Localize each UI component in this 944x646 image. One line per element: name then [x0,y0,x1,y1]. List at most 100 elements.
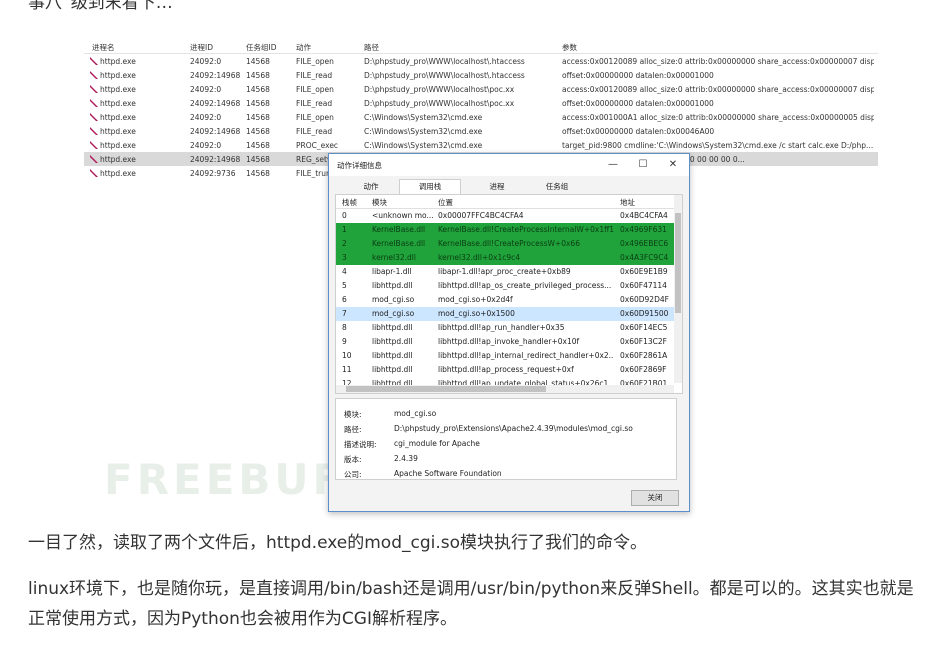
col-path[interactable]: 路径 [364,42,544,53]
tab-task-group[interactable]: 任务组 [527,180,587,194]
stack-frame-row[interactable]: 1 KernelBase.dll KernelBase.dll!CreateProc… [336,223,674,237]
stack-frame-row[interactable]: 0 <unknown mo... 0x00007FFC4BC4CFA4 0x4BC4C… [336,209,674,223]
stack-module-cell: <unknown mo... [372,211,434,220]
tab-process[interactable]: 进程 [467,180,527,194]
minimize-icon[interactable]: — [605,158,621,172]
col-process-name[interactable]: 进程名 [92,42,182,53]
table-cell: 24092:14968 [190,99,241,108]
table-cell: httpd.exe [100,99,136,108]
col-params[interactable]: 参数 [562,42,862,53]
stack-module-cell: KernelBase.dll [372,239,426,248]
dialog-title: 动作详细信息 [337,161,382,170]
detail-value: D:\phpstudy_pro\Extensions\Apache2.4.39\… [394,424,633,433]
grid-vertical-scrollbar[interactable] [674,195,682,383]
detail-value: Apache Software Foundation [394,469,502,478]
table-cell: 24092:0 [190,141,222,150]
stack-frame-row[interactable]: 2 KernelBase.dll KernelBase.dll!CreateProc… [336,237,674,251]
stack-frame-cell: 9 [342,337,347,346]
table-row[interactable]: httpd.exe 24092:0 14568 FILE_open D:\phpstud… [84,54,878,68]
apache-feather-icon [90,85,98,93]
col-address[interactable]: 地址 [620,197,670,208]
stack-location-cell: libhttpd.dll!ap_invoke_handler+0x10f [438,337,580,346]
apache-feather-icon [90,57,98,65]
close-icon[interactable]: ✕ [665,158,681,172]
stack-address-cell: 0x4BC4CFA4 [620,211,668,220]
stack-frame-row[interactable]: 9 libhttpd.dll libhttpd.dll!ap_invoke_hand… [336,335,674,349]
stack-frame-row[interactable]: 4 libapr-1.dll libapr-1.dll!apr_proc_creat… [336,265,674,279]
stack-address-cell: 0x60F47114 [620,281,667,290]
stack-frame-row[interactable]: 5 libhttpd.dll libhttpd.dll!ap_os_create_p… [336,279,674,293]
table-cell: 24092:0 [190,57,222,66]
col-module[interactable]: 模块 [372,197,434,208]
stack-module-cell: libhttpd.dll [372,337,413,346]
stack-location-cell: KernelBase.dll!CreateProcessW+0x66 [438,239,580,248]
grid-hscroll-thumb[interactable] [346,386,546,392]
stack-address-cell: 0x60D91500 [620,309,669,318]
table-cell: FILE_read [296,127,333,136]
apache-feather-icon [90,99,98,107]
paragraph-1: 一目了然，读取了两个文件后，httpd.exe的mod_cgi.so模块执行了我… [28,533,648,553]
detail-value: 2.4.39 [394,454,418,463]
stack-module-cell: KernelBase.dll [372,225,426,234]
stack-location-cell: libhttpd.dll!ap_process_request+0xf [438,365,574,374]
call-stack-grid: 栈帧 模块 位置 地址 0 <unknown mo... 0x00007FFC4BC… [335,194,683,394]
stack-address-cell: 0x496EBEC6 [620,239,669,248]
col-task-group-id[interactable]: 任务组ID [246,42,292,53]
table-cell: offset:0x00000000 datalen:0x00001000 [562,99,714,108]
table-cell: access:0x001000A1 alloc_size:0 attrib:0x… [562,113,874,122]
table-cell: httpd.exe [100,155,136,164]
table-row[interactable]: httpd.exe 24092:14968 14568 FILE_read D:\php… [84,68,878,82]
close-button[interactable]: 关闭 [631,490,679,506]
table-row[interactable]: httpd.exe 24092:0 14568 FILE_open D:\phpstud… [84,82,878,96]
table-cell: target_pid:9800 cmdline:'C:\Windows\Syst… [562,141,874,150]
grid-horizontal-scrollbar[interactable] [336,385,674,393]
table-cell: httpd.exe [100,113,136,122]
stack-frame-row[interactable]: 8 libhttpd.dll libhttpd.dll!ap_run_handler… [336,321,674,335]
col-action[interactable]: 动作 [296,42,356,53]
stack-module-cell: libhttpd.dll [372,323,413,332]
grid-scroll-thumb[interactable] [675,213,681,313]
tab-action[interactable]: 动作 [341,180,401,194]
stack-address-cell: 0x60D92D4F [620,295,669,304]
freebuf-watermark: FREEBUF [104,455,346,504]
table-row[interactable]: httpd.exe 24092:0 14568 FILE_open C:\Windows… [84,110,878,124]
action-details-dialog: 动作详细信息 — ☐ ✕ 动作 调用栈 进程 任务组 栈帧 模块 位置 地址 0… [328,153,690,512]
stack-address-cell: 0x60F13C2F [620,337,667,346]
col-process-id[interactable]: 进程ID [190,42,240,53]
table-cell: 14568 [246,141,270,150]
top-text: 事八“级到末看下… [28,0,173,13]
stack-frame-cell: 8 [342,323,347,332]
dialog-titlebar[interactable]: 动作详细信息 — ☐ ✕ [329,154,689,176]
table-cell: FILE_open [296,57,334,66]
stack-frame-row[interactable]: 3 kernel32.dll kernel32.dll+0x1c9c4 0x4A3FC… [336,251,674,265]
detail-label: 版本: [344,455,362,464]
table-cell: 14568 [246,113,270,122]
table-row[interactable]: httpd.exe 24092:0 14568 PROC_exec C:\Windows… [84,138,878,152]
table-row[interactable]: httpd.exe 24092:14968 14568 FILE_read D:\php… [84,96,878,110]
table-cell: FILE_open [296,113,334,122]
stack-address-cell: 0x60F2861A [620,351,668,360]
maximize-icon[interactable]: ☐ [635,158,651,172]
paragraph-2: linux环境下，也是随你玩，是直接调用/bin/bash还是调用/usr/bi… [28,579,914,629]
table-cell: D:\phpstudy_pro\WWW\localhost\poc.xx [364,85,515,94]
col-frame[interactable]: 栈帧 [342,197,368,208]
stack-location-cell: 0x00007FFC4BC4CFA4 [438,211,524,220]
stack-frame-cell: 5 [342,281,347,290]
table-row[interactable]: httpd.exe 24092:14968 14568 FILE_read C:\Win… [84,124,878,138]
table-cell: access:0x00120089 alloc_size:0 attrib:0x… [562,85,874,94]
stack-location-cell: KernelBase.dll!CreateProcessInternalW+0x… [438,225,614,234]
table-cell: C:\Windows\System32\cmd.exe [364,127,483,136]
stack-frame-row[interactable]: 10 libhttpd.dll libhttpd.dll!ap_internal_r… [336,349,674,363]
table-cell: httpd.exe [100,85,136,94]
stack-module-cell: libhttpd.dll [372,365,413,374]
table-cell: FILE_read [296,71,333,80]
table-cell: httpd.exe [100,71,136,80]
col-location[interactable]: 位置 [438,197,614,208]
detail-value: cgi_module for Apache [394,439,480,448]
detail-value: mod_cgi.so [394,409,437,418]
stack-frame-row[interactable]: 11 libhttpd.dll libhttpd.dll!ap_process_re… [336,363,674,377]
stack-frame-row[interactable]: 6 mod_cgi.so mod_cgi.so+0x2d4f 0x60D92D4F [336,293,674,307]
stack-address-cell: 0x60E9E1B9 [620,267,668,276]
process-table-header: 进程名 进程ID 任务组ID 动作 路径 参数 [84,38,878,54]
stack-frame-row[interactable]: 7 mod_cgi.so mod_cgi.so+0x1500 0x60D91500 [336,307,674,321]
